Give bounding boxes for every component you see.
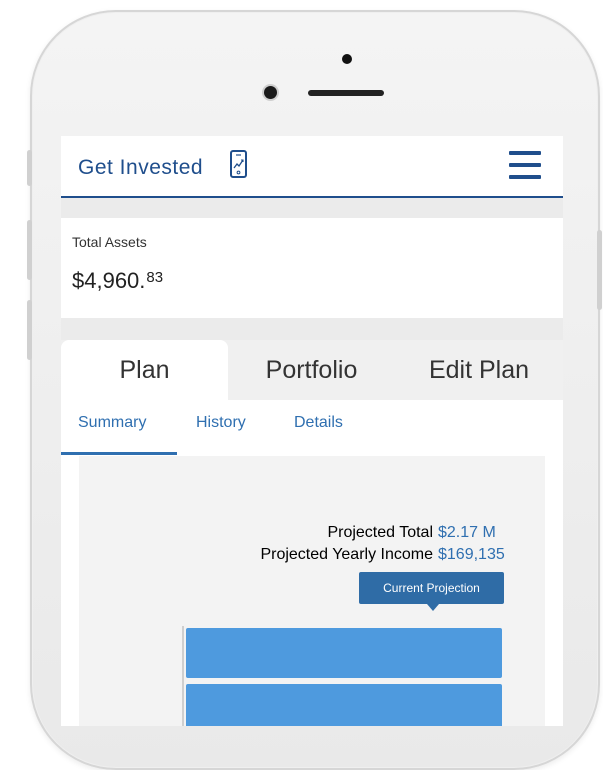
projected-income-label: Projected Yearly Income bbox=[260, 546, 433, 563]
subtab-details[interactable]: Details bbox=[294, 414, 343, 432]
app-header: Get Invested bbox=[61, 136, 563, 198]
projected-total-label: Projected Total bbox=[327, 524, 433, 541]
total-assets-card: Total Assets $4,960.83 bbox=[61, 218, 563, 318]
app-screen: Get Invested Total Assets $4,960.83 Plan… bbox=[61, 136, 563, 726]
volume-down-button bbox=[27, 300, 32, 360]
brand-title[interactable]: Get Invested bbox=[78, 156, 203, 180]
tab-edit-plan[interactable]: Edit Plan bbox=[395, 340, 563, 400]
chart-axis bbox=[182, 626, 184, 726]
front-camera-icon bbox=[264, 86, 277, 99]
plan-content: Summary History Details Projected Total … bbox=[61, 400, 563, 726]
subtab-summary[interactable]: Summary bbox=[78, 414, 146, 432]
projection-panel: Projected Total $2.17 M Projected Yearly… bbox=[79, 456, 545, 726]
projection-bar[interactable] bbox=[186, 628, 502, 678]
active-subtab-indicator bbox=[61, 452, 177, 455]
tab-plan[interactable]: Plan bbox=[61, 340, 228, 400]
total-assets-value: $4,960.83 bbox=[72, 268, 163, 294]
hamburger-menu-icon[interactable] bbox=[509, 150, 541, 180]
main-tabs: Plan Portfolio Edit Plan bbox=[61, 340, 563, 400]
projected-income-value: $169,135 bbox=[438, 546, 505, 563]
volume-up-button bbox=[27, 220, 32, 280]
sub-tabs: Summary History Details bbox=[61, 400, 563, 455]
projection-bar[interactable] bbox=[186, 684, 502, 726]
subtab-history[interactable]: History bbox=[196, 414, 246, 432]
earpiece-speaker bbox=[308, 90, 384, 96]
tab-portfolio[interactable]: Portfolio bbox=[228, 340, 395, 400]
mute-switch bbox=[27, 150, 32, 186]
phone-chart-icon bbox=[230, 150, 247, 178]
total-assets-cents: 83 bbox=[146, 269, 164, 286]
proximity-sensor bbox=[342, 54, 352, 64]
total-assets-dollars: $4,960. bbox=[72, 268, 146, 293]
current-projection-tooltip: Current Projection bbox=[359, 572, 504, 611]
total-assets-label: Total Assets bbox=[72, 234, 147, 250]
power-button bbox=[597, 230, 602, 310]
projected-total-value: $2.17 M bbox=[438, 524, 496, 541]
